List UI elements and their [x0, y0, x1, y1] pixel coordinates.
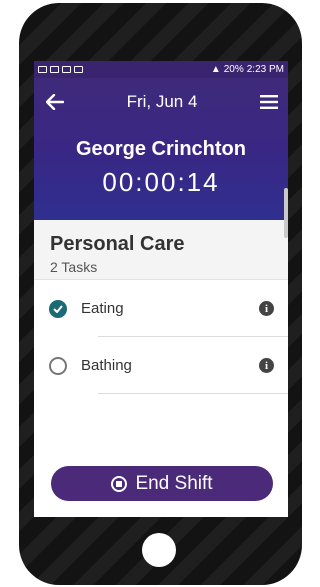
- notification-icon: [62, 66, 71, 73]
- system-indicators: ▲ 20% 2:23 PM: [211, 64, 284, 75]
- signal-icon: ▲: [210, 64, 221, 75]
- battery-level: 20%: [223, 64, 244, 75]
- scrollbar[interactable]: [284, 188, 288, 238]
- top-bar: Fri, Jun 4: [34, 78, 288, 126]
- info-icon[interactable]: i: [259, 301, 274, 316]
- divider: [98, 393, 288, 394]
- category-title: Personal Care: [50, 233, 185, 255]
- end-shift-label: End Shift: [135, 472, 213, 494]
- notification-icon: [38, 66, 47, 73]
- shift-timer: 00:00:14: [102, 167, 220, 197]
- phone-frame: ▲ 20% 2:23 PM Fri, Jun 4 George Crinchto…: [19, 3, 302, 585]
- notification-icon: [50, 66, 59, 73]
- task-label: Bathing: [81, 357, 132, 374]
- notification-icons: [38, 66, 83, 73]
- status-bar: ▲ 20% 2:23 PM: [34, 61, 288, 78]
- stop-icon: [111, 475, 128, 492]
- task-item-eating[interactable]: Eating i: [34, 280, 288, 337]
- worker-name: George Crinchton: [75, 138, 246, 160]
- task-label: Eating: [81, 300, 124, 317]
- unchecked-circle-icon[interactable]: [49, 356, 67, 375]
- notification-icon: [74, 66, 83, 73]
- end-shift-button[interactable]: End Shift: [51, 466, 273, 501]
- task-item-bathing[interactable]: Bathing i: [34, 337, 288, 394]
- shift-date: Fri, Jun 4: [126, 92, 198, 111]
- app-screen: ▲ 20% 2:23 PM Fri, Jun 4 George Crinchto…: [34, 61, 288, 517]
- task-category-header: Personal Care 2 Tasks: [34, 220, 288, 280]
- back-arrow-icon[interactable]: [46, 94, 64, 110]
- hamburger-menu-icon[interactable]: [259, 95, 278, 109]
- home-button[interactable]: [142, 533, 176, 567]
- checked-circle-icon[interactable]: [49, 299, 67, 318]
- shift-header: Fri, Jun 4 George Crinchton 00:00:14: [34, 78, 288, 238]
- info-icon[interactable]: i: [259, 358, 274, 373]
- clock: 2:23 PM: [246, 64, 284, 75]
- task-count: 2 Tasks: [50, 259, 98, 275]
